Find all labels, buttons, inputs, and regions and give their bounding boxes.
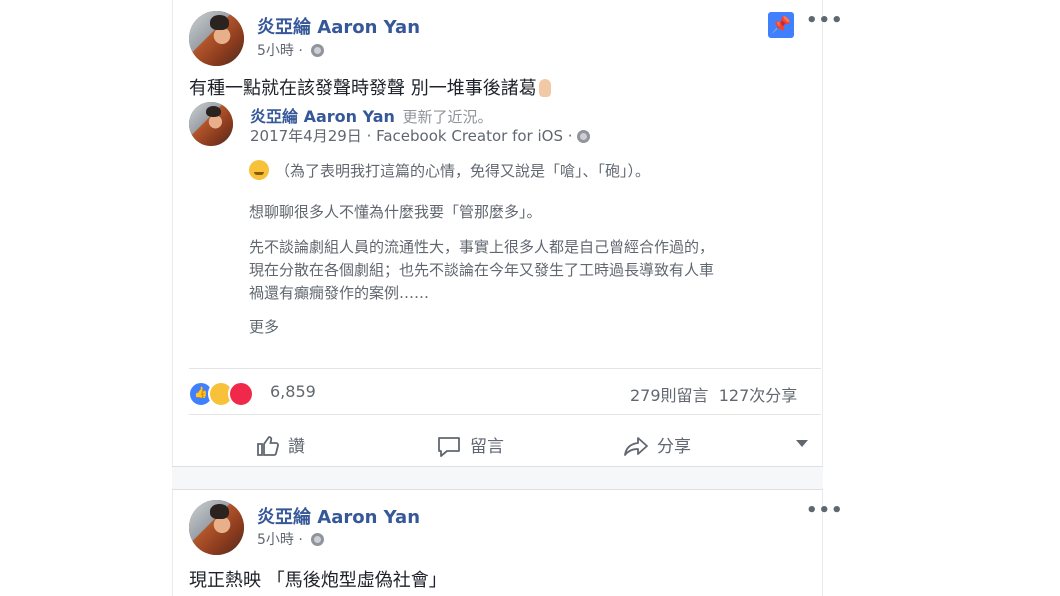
see-more-link[interactable]: 更多 [249, 316, 279, 337]
post-author[interactable]: 炎亞綸 Aaron Yan [257, 503, 420, 529]
shared-para-line: 先不談論劇組人員的流通性大，事實上很多人都是自己曾經合作過的， [249, 238, 715, 256]
feed-border-left [172, 0, 173, 466]
share-button[interactable]: 分享 [623, 432, 691, 457]
share-label: 分享 [657, 437, 691, 457]
post-text: 現正熱映 「馬後炮型虛偽社會」 [189, 570, 447, 591]
caret-down-icon[interactable] [796, 440, 808, 447]
shared-updated-label: 更新了近況。 [402, 108, 493, 126]
divider [189, 368, 821, 369]
post-text-content: 有種一點就在該發聲時發聲 別一堆事後諸葛 [189, 78, 537, 99]
shared-post-header: 炎亞綸 Aaron Yan 更新了近況。 [250, 103, 493, 127]
like-icon [257, 436, 279, 456]
comment-icon [438, 437, 460, 457]
globe-icon [576, 130, 590, 143]
relieved-emoji-icon [249, 160, 269, 180]
pin-icon[interactable]: 📌 [768, 12, 794, 38]
like-label: 讚 [288, 437, 305, 457]
comment-button[interactable]: 留言 [436, 432, 504, 457]
shared-para-line: 現在分散在各個劇組；也先不談論在今年又發生了工時過長導致有人車 [249, 261, 715, 279]
feed-border-right [822, 0, 823, 466]
post-text: 有種一點就在該發聲時發聲 別一堆事後諸葛 [189, 74, 551, 100]
feed-separator [172, 466, 823, 490]
post-time: 5小時 · [257, 529, 325, 549]
shared-meta: 2017年4月29日 · Facebook Creator for iOS · [250, 125, 590, 146]
shared-line-2: 想聊聊很多人不懂為什麼我要「管那麼多」。 [249, 203, 542, 221]
shared-line-1-text: （為了表明我打這篇的心情，免得又說是「嗆」、「砲」）。 [275, 162, 651, 180]
like-button[interactable]: 讚 [256, 432, 305, 457]
feed-border-left [172, 488, 173, 596]
reactions-count[interactable]: 6,859 [270, 382, 316, 401]
comments-count[interactable]: 279則留言 [630, 386, 709, 405]
shared-line-1: （為了表明我打這篇的心情，免得又說是「嗆」、「砲」）。 [249, 160, 650, 182]
post-author[interactable]: 炎亞綸 Aaron Yan [257, 13, 420, 39]
more-options-icon[interactable]: ••• [806, 500, 844, 521]
shared-meta-text[interactable]: 2017年4月29日 · Facebook Creator for iOS · [250, 127, 573, 145]
more-options-icon[interactable]: ••• [806, 10, 844, 31]
shared-author[interactable]: 炎亞綸 Aaron Yan [250, 107, 395, 126]
love-reaction-icon [228, 381, 254, 407]
shared-avatar[interactable] [189, 102, 233, 146]
divider [189, 414, 821, 415]
share-icon [624, 437, 648, 456]
engagement-counts: 279則留言 127次分享 [630, 382, 797, 406]
post-time: 5小時 · [257, 40, 325, 60]
finger-emoji-icon [538, 79, 551, 97]
avatar[interactable] [189, 11, 244, 66]
comment-label: 留言 [470, 437, 504, 457]
avatar[interactable] [189, 500, 244, 555]
globe-icon [311, 44, 325, 57]
shares-count[interactable]: 127次分享 [719, 386, 798, 405]
post-time-label[interactable]: 5小時 [257, 532, 294, 548]
post-time-label[interactable]: 5小時 [257, 43, 294, 59]
shared-para-line: 禍還有癲癇發作的案例…… [249, 284, 430, 302]
globe-icon [311, 533, 325, 546]
